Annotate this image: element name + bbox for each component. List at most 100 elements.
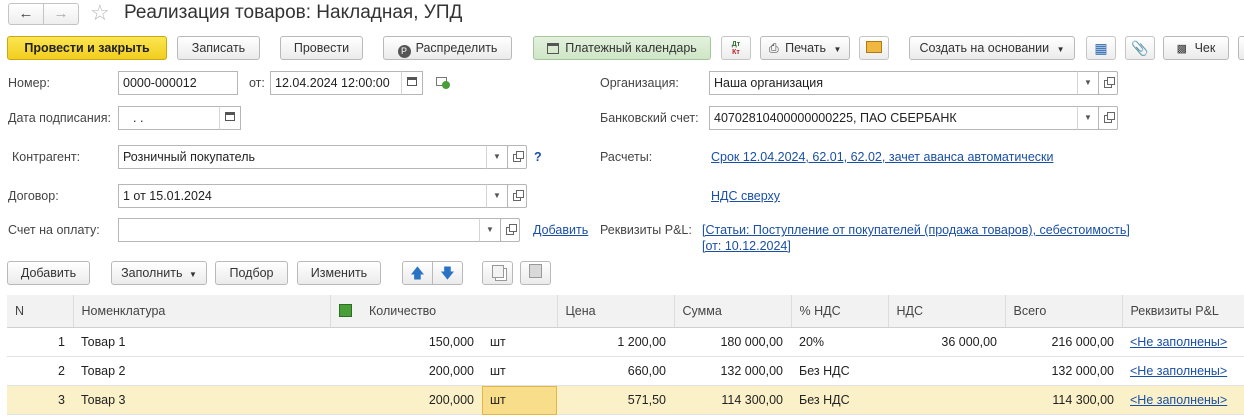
cell-qty[interactable]: 200,000 [361, 385, 482, 415]
print-button[interactable]: ⎙ Печать ▼ [760, 36, 850, 60]
pl-not-filled-link[interactable]: <Не заполнены> [1130, 393, 1227, 407]
column-header-pl[interactable]: Реквизиты P&L [1122, 295, 1244, 328]
invoice-open-button[interactable] [500, 218, 520, 242]
number-field[interactable]: 0000-000012 [118, 71, 238, 95]
column-header-picker[interactable] [330, 295, 361, 328]
chevron-down-icon: ▼ [493, 191, 501, 200]
more-button[interactable] [1238, 36, 1244, 60]
cell-name[interactable]: Товар 1 [73, 327, 330, 357]
cell-pl[interactable]: <Не заполнены> [1122, 356, 1244, 386]
back-button[interactable]: ← [8, 3, 44, 25]
cell-sum[interactable]: 132 000,00 [674, 356, 791, 386]
organization-open-button[interactable] [1098, 71, 1118, 95]
cell-sum[interactable]: 114 300,00 [674, 385, 791, 415]
counterparty-field[interactable]: Розничный покупатель [118, 145, 488, 169]
calendar-icon [407, 77, 417, 86]
counterparty-dropdown[interactable]: ▼ [486, 145, 508, 169]
organization-dropdown[interactable]: ▼ [1077, 71, 1099, 95]
cell-vat[interactable] [888, 385, 1005, 415]
move-down-button[interactable]: 🡇 [432, 261, 463, 285]
settlements-link[interactable]: Срок 12.04.2024, 62.01, 62.02, зачет ава… [711, 150, 1053, 164]
column-header-quantity[interactable]: Количество [361, 295, 482, 328]
post-button[interactable]: Провести [280, 36, 363, 60]
save-button[interactable]: Записать [177, 36, 260, 60]
column-header-nomenclature[interactable]: Номенклатура [73, 295, 331, 328]
cell-qty[interactable]: 200,000 [361, 356, 482, 386]
cell-total[interactable]: 114 300,00 [1005, 385, 1122, 415]
organization-label: Организация: [600, 76, 679, 90]
move-up-button[interactable]: 🡅 [402, 261, 433, 285]
column-header-sum[interactable]: Сумма [674, 295, 792, 328]
cell-vat-rate[interactable]: Без НДС [791, 356, 888, 386]
cell-vat-rate[interactable]: 20% [791, 327, 888, 357]
email-button[interactable] [859, 36, 889, 60]
contract-dropdown[interactable]: ▼ [486, 184, 508, 208]
cell-pl[interactable]: <Не заполнены> [1122, 327, 1244, 357]
bank-account-open-button[interactable] [1098, 106, 1118, 130]
cell-price[interactable]: 660,00 [557, 356, 674, 386]
column-header-vat[interactable]: НДС [888, 295, 1006, 328]
column-header-vat-rate[interactable]: % НДС [791, 295, 889, 328]
column-header-unit [482, 295, 558, 328]
arrow-down-icon: 🡇 [440, 265, 455, 281]
contract-field[interactable]: 1 от 15.01.2024 [118, 184, 488, 208]
contract-open-button[interactable] [507, 184, 527, 208]
cell-vat-rate[interactable]: Без НДС [791, 385, 888, 415]
cell-sum[interactable]: 180 000,00 [674, 327, 791, 357]
dt-kt-button[interactable]: Дт Кт [721, 36, 751, 60]
counterparty-open-button[interactable] [507, 145, 527, 169]
cell-price[interactable]: 571,50 [557, 385, 674, 415]
table-row[interactable]: 2 Товар 2 200,000 шт 660,00 132 000,00 Б… [7, 356, 1244, 386]
column-header-total[interactable]: Всего [1005, 295, 1123, 328]
create-based-on-button[interactable]: Создать на основании ▼ [909, 36, 1075, 60]
add-invoice-link[interactable]: Добавить [533, 223, 588, 237]
forward-button[interactable]: → [43, 3, 79, 25]
column-header-price[interactable]: Цена [557, 295, 675, 328]
pl-not-filled-link[interactable]: <Не заполнены> [1130, 364, 1227, 378]
cell-unit[interactable]: шт [482, 356, 557, 386]
add-row-button[interactable]: Добавить [7, 261, 90, 285]
cell-name[interactable]: Товар 3 [73, 385, 330, 415]
structure-button[interactable]: ▦ [1086, 36, 1116, 60]
date-calendar-button[interactable] [401, 71, 423, 95]
cell-unit[interactable]: шт [482, 327, 557, 357]
receipt-button[interactable]: ▩ Чек [1163, 36, 1229, 60]
cell-pl[interactable]: <Не заполнены> [1122, 385, 1244, 415]
cell-total[interactable]: 216 000,00 [1005, 327, 1122, 357]
cell-unit-active[interactable]: шт [482, 385, 557, 415]
bank-account-field[interactable]: 40702810400000000225, ПАО СБЕРБАНК [709, 106, 1079, 130]
sign-date-calendar-button[interactable] [219, 106, 241, 130]
sign-date-field[interactable]: . . [118, 106, 221, 130]
invoice-dropdown[interactable]: ▼ [479, 218, 501, 242]
pl-requisites-link[interactable]: [Статьи: Поступление от покупателей (про… [702, 223, 1130, 237]
date-field[interactable]: 12.04.2024 12:00:00 [270, 71, 403, 95]
cell-total[interactable]: 132 000,00 [1005, 356, 1122, 386]
table-row-selected[interactable]: 3 Товар 3 200,000 шт 571,50 114 300,00 Б… [7, 385, 1244, 415]
post-and-close-button[interactable]: Провести и закрыть [7, 36, 167, 60]
attach-button[interactable]: 📎 [1125, 36, 1155, 60]
help-icon[interactable]: ? [534, 150, 542, 164]
selection-button[interactable]: Подбор [215, 261, 288, 285]
payment-calendar-button[interactable]: Платежный календарь [533, 36, 711, 60]
cell-vat[interactable] [888, 356, 1005, 386]
invoice-field[interactable] [118, 218, 481, 242]
change-button[interactable]: Изменить [297, 261, 381, 285]
cell-vat[interactable]: 36 000,00 [888, 327, 1005, 357]
document-status-icon[interactable] [436, 77, 450, 89]
invoice-label: Счет на оплату: [8, 223, 100, 237]
table-row[interactable]: 1 Товар 1 150,000 шт 1 200,00 180 000,00… [7, 327, 1244, 357]
organization-field[interactable]: Наша организация [709, 71, 1079, 95]
star-icon[interactable]: ☆ [90, 0, 110, 26]
pl-not-filled-link[interactable]: <Не заполнены> [1130, 335, 1227, 349]
distribute-button[interactable]: P Распределить [383, 36, 512, 60]
column-header-n[interactable]: N [7, 295, 74, 328]
cell-name[interactable]: Товар 2 [73, 356, 330, 386]
bank-account-dropdown[interactable]: ▼ [1077, 106, 1099, 130]
fill-button[interactable]: Заполнить ▼ [111, 261, 207, 285]
paste-rows-button[interactable] [520, 261, 551, 285]
cell-qty[interactable]: 150,000 [361, 327, 482, 357]
cell-price[interactable]: 1 200,00 [557, 327, 674, 357]
vat-on-top-link[interactable]: НДС сверху [711, 189, 780, 203]
pl-requisites-date-link[interactable]: [от: 10.12.2024] [702, 239, 791, 253]
copy-rows-button[interactable] [482, 261, 513, 285]
